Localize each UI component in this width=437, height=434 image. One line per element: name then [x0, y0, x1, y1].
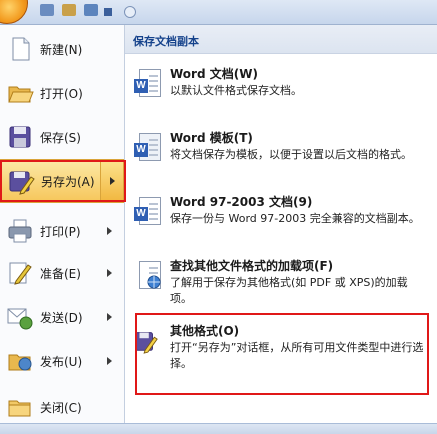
- word-document-icon: W: [133, 69, 161, 99]
- entry-description: 将文档保存为模板，以便于设置以后文档的格式。: [170, 148, 412, 161]
- submenu-header: 保存文档副本: [125, 25, 437, 54]
- word-template-icon: W: [133, 133, 161, 163]
- menu-label: 发布(U): [40, 354, 83, 369]
- entry-title: Word 模板(T): [170, 131, 253, 145]
- qat-undo-icon[interactable]: [62, 4, 76, 16]
- entry-title: 查找其他文件格式的加载项(F): [170, 259, 334, 273]
- save-as-icon: [9, 171, 35, 195]
- entry-word-document[interactable]: W Word 文档(W) 以默认文件格式保存文档。: [125, 65, 437, 105]
- save-disk-icon: [9, 126, 31, 148]
- office-menu-left: 新建(N) 打开(O) 保存(S) 另存为(A) 打印(P) 准备(E) 发送(…: [0, 25, 125, 423]
- qat-customize-icon[interactable]: [124, 6, 136, 18]
- menu-label: 发送(D): [40, 310, 83, 325]
- chevron-right-icon: [107, 269, 112, 277]
- entry-title: 其他格式(O): [170, 324, 240, 338]
- add-in-search-icon: [133, 261, 161, 291]
- close-folder-icon: [8, 400, 31, 417]
- new-document-icon: [12, 37, 30, 61]
- menu-label: 保存(S): [40, 130, 81, 145]
- menu-item-save-as[interactable]: 另存为(A): [0, 159, 124, 203]
- menu-item-print[interactable]: 打印(P): [0, 209, 124, 253]
- submenu-title: 保存文档副本: [133, 35, 199, 48]
- entry-description: 以默认文件格式保存文档。: [170, 84, 302, 97]
- menu-label: 新建(N): [40, 42, 83, 57]
- menu-label: 关闭(C): [40, 400, 82, 415]
- entry-description: 打开“另存为”对话框，从所有可用文件类型中进行选择。: [170, 341, 424, 370]
- send-icon: [7, 308, 33, 330]
- entry-title: Word 97-2003 文档(9): [170, 195, 313, 209]
- word-97-document-icon: W: [133, 197, 161, 227]
- entry-description: 保存一份与 Word 97-2003 完全兼容的文档副本。: [170, 212, 420, 225]
- entry-title: Word 文档(W): [170, 67, 258, 81]
- qat-save-icon[interactable]: [40, 4, 54, 16]
- entry-other-formats[interactable]: 其他格式(O) 打开“另存为”对话框，从所有可用文件类型中进行选择。: [125, 322, 437, 370]
- printer-icon: [8, 219, 32, 243]
- open-folder-icon: [8, 86, 34, 103]
- menu-bottom-strip: [0, 423, 437, 434]
- menu-label: 另存为(A): [41, 174, 95, 189]
- menu-item-prepare[interactable]: 准备(E): [0, 251, 124, 295]
- chevron-right-icon: [107, 313, 112, 321]
- other-formats-icon: [135, 332, 158, 354]
- menu-label: 准备(E): [40, 266, 81, 281]
- globe-icon: [147, 275, 161, 289]
- menu-item-open[interactable]: 打开(O): [0, 71, 124, 115]
- entry-word-template[interactable]: W Word 模板(T) 将文档保存为模板，以便于设置以后文档的格式。: [125, 129, 437, 173]
- save-as-submenu: 保存文档副本 W Word 文档(W) 以默认文件格式保存文档。 W Word …: [125, 25, 437, 423]
- menu-item-new[interactable]: 新建(N): [0, 27, 124, 71]
- entry-word-97-2003[interactable]: W Word 97-2003 文档(9) 保存一份与 Word 97-2003 …: [125, 193, 437, 237]
- menu-label: 打开(O): [40, 86, 83, 101]
- office-button[interactable]: [0, 0, 28, 24]
- entry-description: 了解用于保存为其他格式(如 PDF 或 XPS)的加载项。: [170, 276, 408, 305]
- menu-item-save[interactable]: 保存(S): [0, 115, 124, 159]
- quick-access-toolbar: [0, 0, 437, 25]
- publish-icon: [8, 354, 32, 371]
- qat-redo-icon[interactable]: [84, 4, 98, 16]
- save-as-expand-button[interactable]: [100, 160, 123, 202]
- chevron-right-icon: [107, 227, 112, 235]
- prepare-pen-icon: [9, 262, 32, 285]
- chevron-right-icon: [110, 177, 115, 185]
- menu-label: 打印(P): [40, 224, 81, 239]
- qat-stop-icon[interactable]: [104, 8, 112, 16]
- menu-item-send[interactable]: 发送(D): [0, 295, 124, 339]
- menu-item-publish[interactable]: 发布(U): [0, 339, 124, 383]
- entry-find-addins[interactable]: 查找其他文件格式的加载项(F) 了解用于保存为其他格式(如 PDF 或 XPS)…: [125, 257, 437, 305]
- chevron-right-icon: [107, 357, 112, 365]
